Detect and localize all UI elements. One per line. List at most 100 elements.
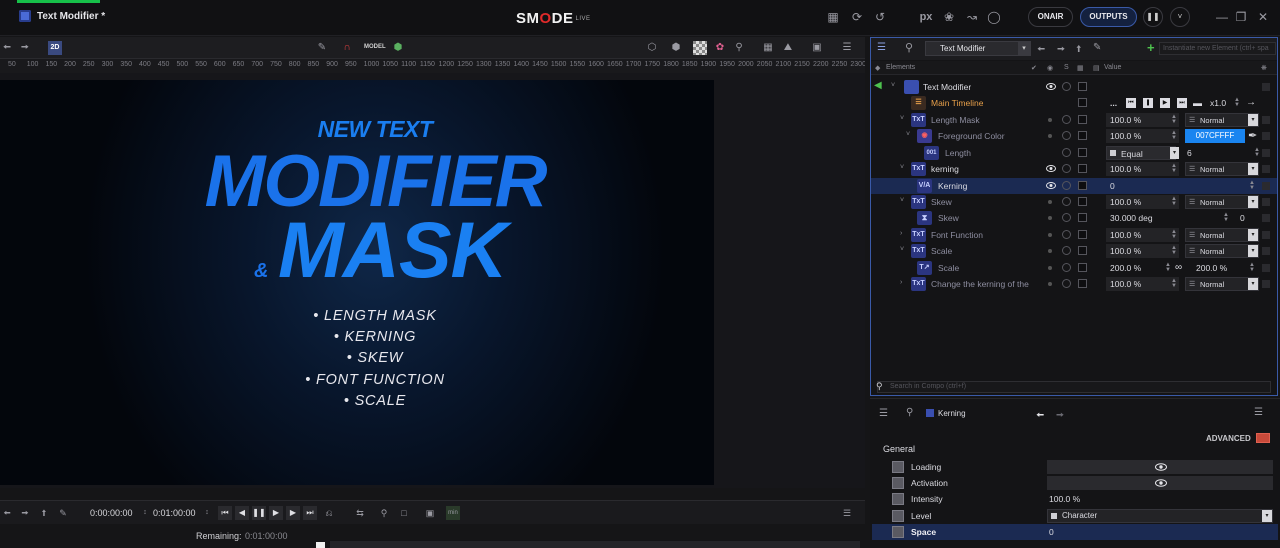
pause-button[interactable]: ❚❚ [252,506,266,520]
chevron-down-icon[interactable]: ˅ [900,197,904,204]
row-end-toggle[interactable] [1262,116,1270,124]
hexagon-icon[interactable]: ⬡ [645,41,659,55]
element-value[interactable]: 100.0 % [1106,277,1179,291]
element-value[interactable]: 100.0 % [1106,162,1179,176]
color-value[interactable]: 007CFFFF [1185,129,1245,143]
playhead[interactable] [316,542,325,548]
link-icon[interactable]: ∞ [1175,262,1182,273]
viewport[interactable]: NEW TEXT MODIFIER & MASK • LENGTH MASK •… [0,73,865,488]
back-arrow-icon[interactable]: 🠨 [0,41,14,55]
element-row-scale-modifier[interactable]: ˅ TxT Scale 100.0 % ▲▼ Normal ▾ [871,243,1277,259]
color-tag[interactable] [1078,213,1087,222]
end-time[interactable]: 0:01:00:00 [153,508,196,518]
element-row-length[interactable]: 001 Length Equal ▾ 6 ▲ ▼ [871,145,1277,161]
chevron-down-icon[interactable]: ▾ [1248,196,1258,208]
marker-icon[interactable]: ⎌ [322,506,336,520]
scale-x-value[interactable]: 200.0 % [1106,261,1166,275]
activation-toggle[interactable] [1047,476,1273,490]
solo-toggle[interactable] [1062,230,1071,239]
go-end-button[interactable]: ⏭ [303,506,317,520]
row-end-toggle[interactable] [1262,214,1270,222]
visibility-dot[interactable] [1048,266,1052,270]
chevron-down-icon[interactable]: ▾ [1248,278,1258,290]
solo-toggle[interactable] [1062,164,1071,173]
blend-mode-select[interactable]: Normal ▾ [1185,162,1259,177]
color-tag[interactable] [1078,246,1087,255]
element-row-main-timeline[interactable]: ☰ Main Timeline ... ⏮ ❚ ▶ ⏭ ▬ x1.0 ▲ ▼ → [871,95,1277,111]
render-canvas[interactable]: NEW TEXT MODIFIER & MASK • LENGTH MASK •… [0,80,714,485]
solo-toggle[interactable] [1062,246,1071,255]
value-stepper[interactable]: ▲ ▼ [1223,212,1229,223]
color-tag[interactable] [1078,164,1087,173]
fit-icon[interactable]: □ [397,506,411,520]
go-start-button[interactable]: ⏮ [218,506,232,520]
frame-icon[interactable]: ▣ [423,506,437,520]
element-row-font-function[interactable]: › TxT Font Function 100.0 % ▲▼ Normal ▾ [871,227,1277,243]
element-value[interactable]: 0 [1106,179,1256,193]
skew-secondary[interactable]: 0 [1240,213,1245,223]
model-button[interactable]: MODEL [364,44,386,50]
solo-toggle[interactable] [1062,279,1071,288]
element-value[interactable]: 100.0 % [1106,195,1179,209]
row-end-toggle[interactable] [1262,264,1270,272]
blend-mode-select[interactable]: Normal ▾ [1185,277,1259,292]
visibility-dot[interactable] [1048,249,1052,253]
color-tag[interactable] [1078,230,1087,239]
color-tag[interactable] [1078,98,1087,107]
arrow-right-icon[interactable]: → [1246,97,1256,108]
zoom-timeline-icon[interactable]: ⚲ [377,506,391,520]
back-arrow-icon[interactable]: 🠨 [1037,42,1045,59]
solo-toggle[interactable] [1062,115,1071,124]
prop-activation[interactable]: Activation [890,475,1278,491]
row-end-toggle[interactable] [1262,231,1270,239]
visibility-dot[interactable] [1048,200,1052,204]
loading-toggle[interactable] [1047,460,1273,474]
leaf-icon[interactable]: ❀ [942,10,956,24]
edit-icon[interactable]: ✎ [1093,42,1101,53]
row-end-toggle[interactable] [1262,247,1270,255]
eye-icon[interactable] [1046,165,1056,172]
magnet-icon[interactable]: ∩ [340,41,354,55]
checker-icon[interactable] [693,41,707,55]
camera-icon[interactable]: ▣ [810,41,824,55]
chevron-down-icon[interactable]: ▾ [1248,114,1258,126]
document-title[interactable]: Text Modifier * [37,11,105,22]
prop-space[interactable]: Space 0 [872,524,1278,540]
pen-icon[interactable]: ✎ [315,41,329,55]
row-end-toggle[interactable] [1262,165,1270,173]
restore-icon[interactable]: ❐ [1234,10,1248,24]
row-end-toggle[interactable] [1262,182,1270,190]
panel-menu-icon[interactable]: ☰ [840,506,854,520]
visibility-dot[interactable] [1048,134,1052,138]
time-stepper[interactable]: ↕ [200,506,214,520]
visibility-dot[interactable] [1048,216,1052,220]
prop-loading[interactable]: Loading [890,459,1278,475]
outputs-button[interactable]: OUTPUTS [1080,7,1137,27]
refresh-icon[interactable]: ⟳ [850,10,864,24]
element-value[interactable]: 100.0 % [1106,244,1179,258]
chevron-down-icon[interactable]: ˅ [1170,7,1190,27]
tree-view-icon[interactable]: ☰ [877,42,895,56]
go-start-button[interactable]: ⏮ [1126,98,1136,108]
go-end-button[interactable]: ⏭ [1177,98,1187,108]
eyedropper-icon[interactable]: ✒ [1248,129,1257,142]
scale-y-value[interactable]: 200.0 % [1196,263,1227,273]
timeline-speed[interactable]: x1.0 [1210,98,1226,108]
visibility-dot[interactable] [1048,233,1052,237]
edit-icon[interactable]: ✎ [56,506,70,520]
solo-toggle[interactable] [1062,263,1071,272]
step-forward-button[interactable]: ▶ [286,506,300,520]
eye-icon[interactable] [1155,479,1167,487]
element-row-length-mask[interactable]: ˅ TxT Length Mask 100.0 % ▲▼ Normal ▾ [871,112,1277,128]
forward-arrow-icon[interactable]: 🠪 [18,506,32,520]
play-button[interactable]: ▶ [1160,98,1170,108]
value-stepper[interactable]: ▲ ▼ [1171,229,1177,240]
chevron-down-icon[interactable]: ▾ [1262,510,1272,522]
time-stepper[interactable]: ↕ [138,506,152,520]
current-time[interactable]: 0:00:00:00 [90,508,133,518]
chevron-right-icon[interactable]: › [900,230,902,237]
back-arrow-icon[interactable]: 🠨 [1036,408,1044,425]
value-stepper[interactable]: ▲ ▼ [1171,196,1177,207]
prop-intensity[interactable]: Intensity 100.0 % [890,491,1278,507]
element-row-foreground-color[interactable]: ˅ ◉ Foreground Color 100.0 % ▲ ▼ 007CFFFF… [871,128,1277,144]
